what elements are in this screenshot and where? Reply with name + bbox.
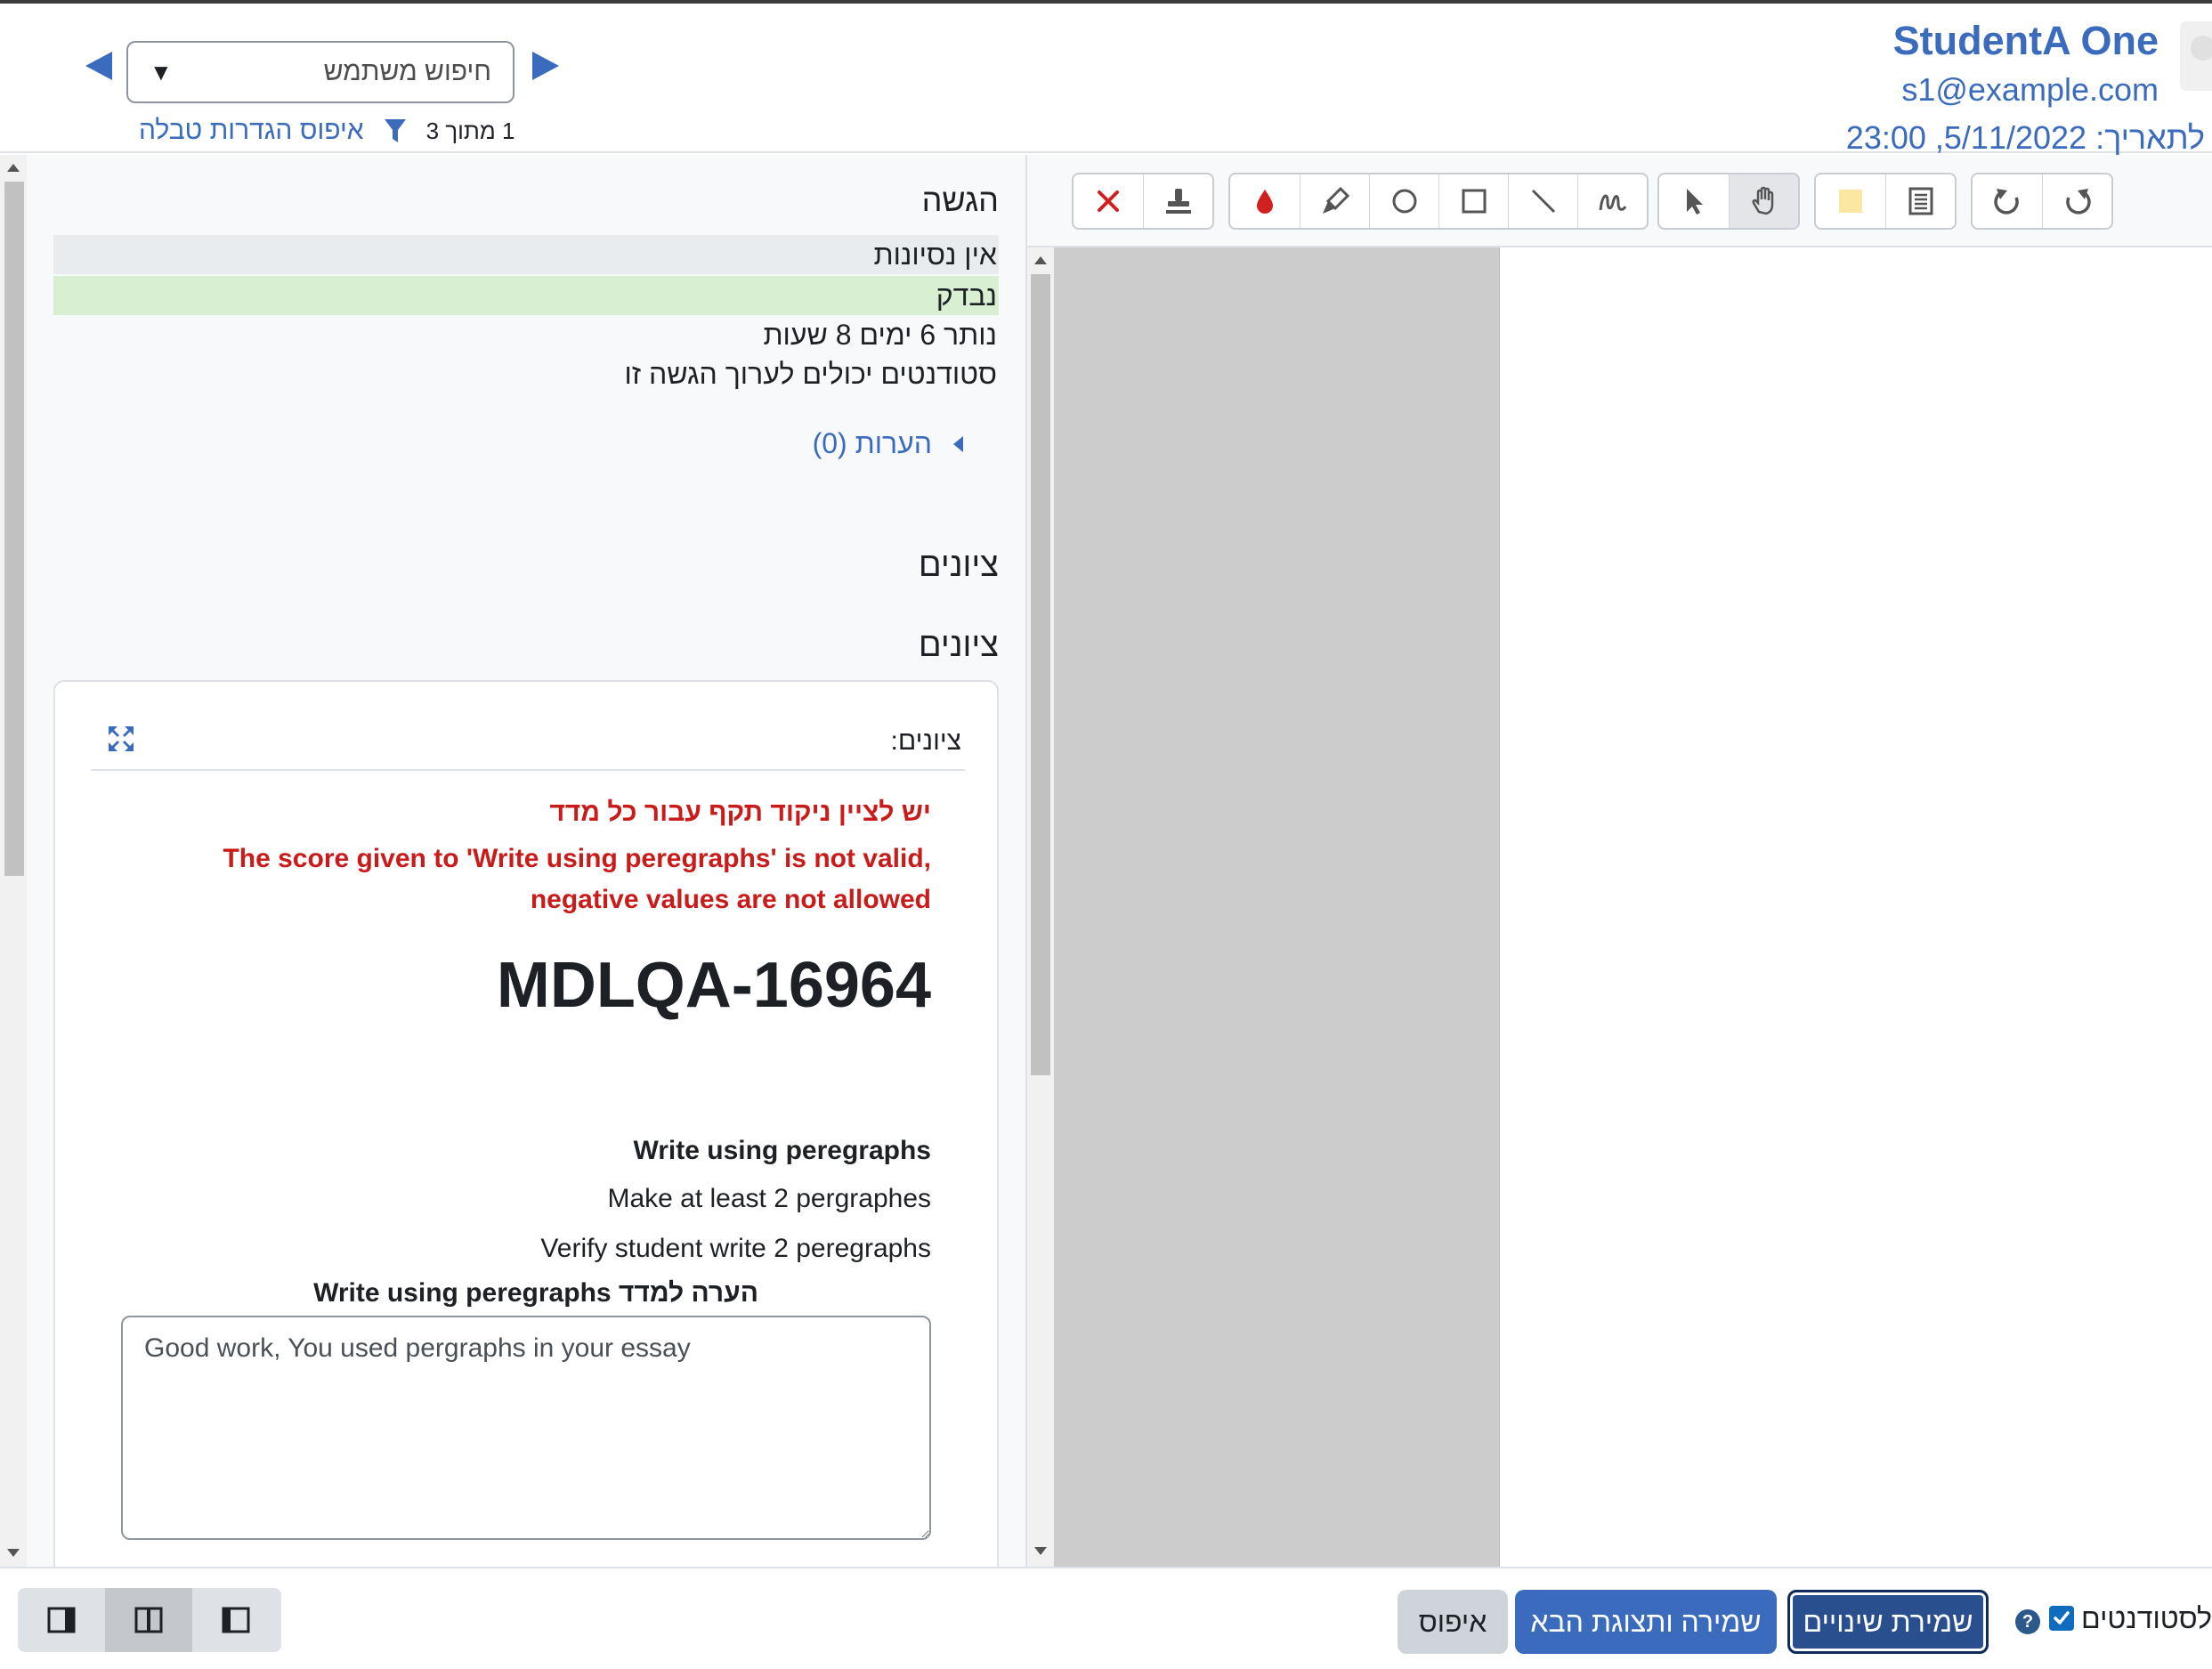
layout-collapse-review-button[interactable] bbox=[192, 1588, 280, 1652]
toolbar-group-draw bbox=[1228, 173, 1649, 230]
user-search-select[interactable]: ▼ חיפוש משתמש bbox=[126, 41, 515, 103]
checkmark-icon bbox=[2054, 1611, 2070, 1624]
comments-toggle[interactable]: הערות (0) bbox=[813, 427, 963, 460]
line-icon bbox=[1531, 189, 1555, 214]
annotation-toolbar bbox=[1027, 155, 2212, 247]
reset-button[interactable]: איפוס bbox=[1398, 1590, 1508, 1654]
validation-error-english: The score given to 'Write using peregrap… bbox=[223, 844, 931, 914]
layout-toggle bbox=[18, 1588, 281, 1652]
color-icon bbox=[1257, 190, 1273, 214]
due-date: לתאריך: 5/11/2022, 23:00 bbox=[1845, 119, 2205, 156]
save-and-show-next-button[interactable]: שמירה ותצוגת הבא bbox=[1515, 1590, 1777, 1654]
criterion-remark-label: הערה למדד Write using peregraphs bbox=[313, 1278, 758, 1308]
next-user-icon[interactable] bbox=[531, 50, 561, 82]
validation-error-hebrew: יש לציין ניקוד תקף עבור כל מדד bbox=[549, 798, 931, 827]
grade-panel: הגשה אין נסיונות נבדק נותר 6 ימים 8 שעות… bbox=[0, 155, 1025, 1567]
comment-search-icon bbox=[1908, 187, 1932, 215]
layout-right-panel-icon bbox=[47, 1607, 76, 1633]
undo-icon bbox=[1994, 189, 2019, 215]
highlight-tool-button[interactable] bbox=[1300, 174, 1369, 228]
layout-collapse-grade-button[interactable] bbox=[18, 1588, 105, 1652]
rectangle-icon bbox=[1462, 189, 1486, 214]
attempts-row: אין נסיונות bbox=[53, 235, 999, 274]
save-changes-button[interactable]: שמירת שינויים bbox=[1787, 1590, 1989, 1654]
toolbar-group-history bbox=[1971, 173, 2113, 230]
line-tool-button[interactable] bbox=[1508, 174, 1577, 228]
notify-students-checkbox[interactable] bbox=[2049, 1606, 2074, 1631]
scroll-down-icon[interactable] bbox=[7, 1549, 20, 1557]
oval-icon bbox=[1392, 189, 1416, 214]
scroll-up-icon[interactable] bbox=[1034, 256, 1047, 264]
highlight-icon bbox=[1322, 186, 1349, 214]
edit-status-row: סטודנטים יכולים לערוך הגשה זו bbox=[624, 358, 997, 390]
pen-tool-button[interactable] bbox=[1577, 174, 1647, 228]
pen-icon bbox=[1599, 194, 1626, 211]
grades-subheading: ציונים bbox=[918, 627, 999, 664]
stamp-icon bbox=[1165, 189, 1191, 214]
grading-status-row: נבדק bbox=[53, 276, 999, 315]
grade-panel-scrollbar[interactable] bbox=[0, 155, 27, 1567]
grader-header: StudentA One s1@example.com לתאריך: 5/11… bbox=[0, 4, 2212, 156]
layout-default-button[interactable] bbox=[105, 1588, 192, 1652]
toolbar-group-edit bbox=[1072, 173, 1214, 230]
grader-footer: איפוס שמירה ותצוגת הבא שמירת שינויים ? ל… bbox=[0, 1567, 2212, 1669]
delete-annotation-button[interactable] bbox=[1074, 174, 1143, 228]
comment-search-button[interactable] bbox=[1885, 174, 1955, 228]
grades-section-heading: ציונים bbox=[918, 547, 999, 584]
help-icon[interactable]: ? bbox=[2015, 1609, 2040, 1634]
toolbar-group-navigate bbox=[1657, 173, 1800, 230]
comment-icon bbox=[1839, 190, 1862, 213]
notify-students-label: לסטודנטים bbox=[2081, 1602, 2212, 1634]
pdf-annotation-panel bbox=[1025, 155, 2212, 1567]
select-tool-button[interactable] bbox=[1659, 174, 1729, 228]
time-remaining-row: נותר 6 ימים 8 שעות bbox=[763, 319, 997, 351]
expand-icon[interactable] bbox=[107, 725, 135, 753]
card-divider bbox=[91, 769, 965, 771]
scroll-down-icon[interactable] bbox=[1034, 1547, 1047, 1555]
student-email[interactable]: s1@example.com bbox=[1901, 71, 2159, 109]
undo-button[interactable] bbox=[1973, 174, 2042, 228]
redo-button[interactable] bbox=[2042, 174, 2111, 228]
rectangle-tool-button[interactable] bbox=[1438, 174, 1508, 228]
filter-count: 1 מתוך 3 bbox=[425, 117, 515, 144]
criterion-description: Make at least 2 pergraphes bbox=[607, 1184, 931, 1213]
toolbar-group-comments bbox=[1814, 173, 1957, 230]
redo-icon bbox=[2065, 189, 2091, 215]
delete-icon bbox=[1098, 190, 1119, 212]
grade-card: ציונים: יש לציין ניקוד תקף עבור כל מדד T… bbox=[53, 680, 999, 1567]
scrollbar-thumb[interactable] bbox=[1031, 274, 1050, 1075]
filter-row: איפוס הגדרות טבלה 1 מתוך 3 bbox=[139, 116, 515, 146]
user-search-placeholder: חיפוש משתמש bbox=[323, 57, 491, 86]
caret-left-icon bbox=[953, 435, 963, 452]
layout-split-icon bbox=[134, 1607, 163, 1633]
pdf-scrollbar[interactable] bbox=[1027, 247, 1054, 1567]
comments-label: הערות (0) bbox=[812, 427, 932, 459]
scrollbar-thumb[interactable] bbox=[4, 182, 24, 876]
grade-card-label: ציונים: bbox=[890, 726, 961, 756]
layout-left-panel-icon bbox=[222, 1607, 250, 1633]
oval-tool-button[interactable] bbox=[1369, 174, 1438, 228]
submission-heading: הגשה bbox=[921, 182, 999, 218]
scroll-up-icon[interactable] bbox=[7, 164, 20, 172]
reset-table-link[interactable]: איפוס הגדרות טבלה bbox=[139, 116, 364, 146]
color-picker-button[interactable] bbox=[1230, 174, 1300, 228]
chevron-down-icon: ▼ bbox=[150, 58, 173, 85]
filter-icon[interactable] bbox=[384, 117, 407, 144]
criterion-title: Write using peregraphs bbox=[633, 1136, 931, 1165]
pdf-viewer-background bbox=[1054, 247, 1499, 1567]
previous-user-icon[interactable] bbox=[84, 50, 114, 82]
pan-tool-button[interactable] bbox=[1729, 174, 1798, 228]
criterion-level: Verify student write 2 peregraphs bbox=[540, 1234, 931, 1263]
pan-icon bbox=[1752, 186, 1773, 215]
comment-tool-button[interactable] bbox=[1816, 174, 1885, 228]
select-icon bbox=[1687, 189, 1703, 215]
user-avatar-icon[interactable] bbox=[2176, 21, 2212, 93]
stamp-tool-button[interactable] bbox=[1143, 174, 1212, 228]
criterion-remark-textarea[interactable]: Good work, You used pergraphs in your es… bbox=[121, 1316, 931, 1540]
rubric-name: MDLQA-16964 bbox=[496, 950, 931, 1021]
student-name[interactable]: StudentA One bbox=[1893, 18, 2159, 64]
pdf-page[interactable] bbox=[1499, 247, 2212, 1567]
